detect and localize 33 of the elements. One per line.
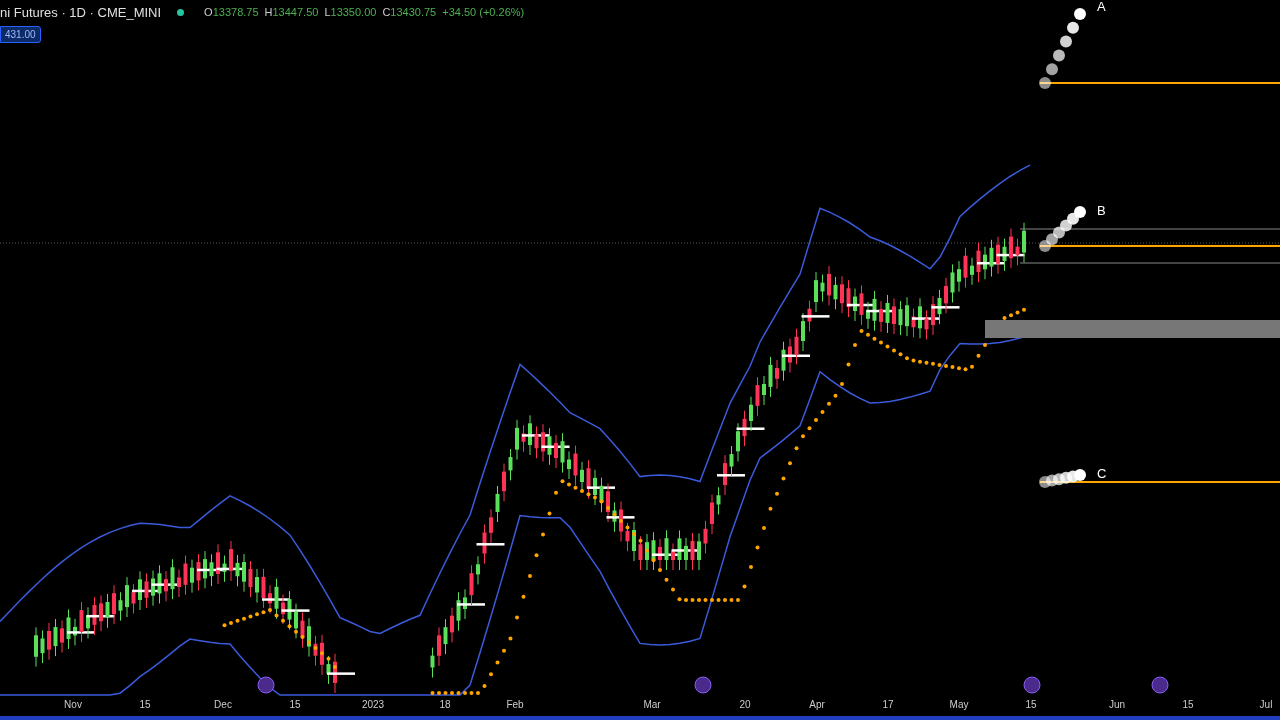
axis-label: 15 <box>139 699 151 710</box>
marker-label: A <box>1097 0 1106 14</box>
price-change: +34.50 (+0.26%) <box>442 6 525 18</box>
axis-label: 20 <box>739 699 751 710</box>
bubble-trail-drawing <box>1039 469 1086 488</box>
axis-label: Mar <box>643 699 661 710</box>
axis-label: 15 <box>1182 699 1194 710</box>
axis-label: Jul <box>1259 699 1273 710</box>
axis-label: 15 <box>289 699 301 710</box>
symbol-title: ni Futures · 1D · CME_MINI <box>0 4 162 20</box>
status-dot <box>177 8 185 16</box>
ohlc-value: H13447.50 <box>264 6 319 18</box>
event-icon[interactable] <box>257 676 275 694</box>
marker-label: B <box>1097 203 1106 218</box>
axis-label: 15 <box>1025 699 1037 710</box>
event-icon[interactable] <box>1151 676 1169 694</box>
ohlc-value: O13378.75 <box>204 6 259 18</box>
ohlc-value: L13350.00 <box>324 6 377 18</box>
axis-label: Apr <box>809 699 825 710</box>
bubble-trail-drawing <box>1039 206 1086 252</box>
axis-label: Nov <box>64 699 82 710</box>
axis-label: Dec <box>214 699 232 710</box>
axis-label: Feb <box>506 699 524 710</box>
axis-label: 18 <box>439 699 451 710</box>
event-icon[interactable] <box>694 676 712 694</box>
axis-label: Jun <box>1108 699 1126 710</box>
marker-label: C <box>1097 466 1107 481</box>
event-icon[interactable] <box>1023 676 1041 694</box>
axis-label: 17 <box>882 699 894 710</box>
axis-label: May <box>949 699 969 710</box>
price-label: 431.00 <box>0 26 41 43</box>
axis-label: 2023 <box>361 699 385 710</box>
ohlc-value: C13430.75 <box>382 6 437 18</box>
